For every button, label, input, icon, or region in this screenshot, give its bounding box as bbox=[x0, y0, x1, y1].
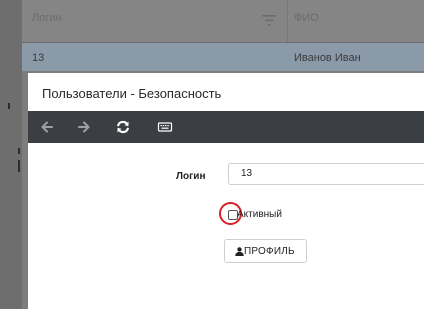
resize-handle-bottom[interactable] bbox=[18, 160, 20, 172]
profile-button[interactable]: ПРОФИЛЬ bbox=[224, 239, 307, 263]
dialog-toolbar bbox=[28, 111, 424, 143]
arrow-right-icon[interactable] bbox=[76, 119, 92, 135]
refresh-icon[interactable] bbox=[115, 119, 131, 135]
security-dialog: Пользователи - Безопасность Логин 13 Акт… bbox=[28, 73, 424, 309]
login-field[interactable]: 13 bbox=[228, 163, 424, 185]
grid-header: Логин ФИО bbox=[22, 0, 424, 43]
login-label: Логин bbox=[176, 171, 206, 182]
user-icon bbox=[235, 247, 244, 256]
table-row[interactable]: 13 Иванов Иван bbox=[22, 43, 424, 71]
keyboard-icon[interactable] bbox=[157, 119, 173, 135]
active-checkbox-label[interactable]: Активный bbox=[237, 209, 282, 220]
cell-fio: Иванов Иван bbox=[294, 52, 361, 64]
resize-handle-top[interactable] bbox=[18, 148, 20, 154]
left-panel-strip bbox=[0, 0, 22, 309]
cell-login: 13 bbox=[32, 52, 45, 64]
dialog-title: Пользователи - Безопасность bbox=[42, 86, 222, 101]
panel-marker bbox=[8, 103, 10, 109]
filter-icon[interactable] bbox=[262, 15, 276, 26]
profile-button-label: ПРОФИЛЬ bbox=[244, 246, 295, 257]
arrow-left-icon[interactable] bbox=[39, 119, 55, 135]
column-header-login[interactable]: Логин bbox=[32, 12, 62, 24]
column-header-fio[interactable]: ФИО bbox=[294, 12, 319, 24]
column-separator[interactable] bbox=[287, 0, 288, 42]
